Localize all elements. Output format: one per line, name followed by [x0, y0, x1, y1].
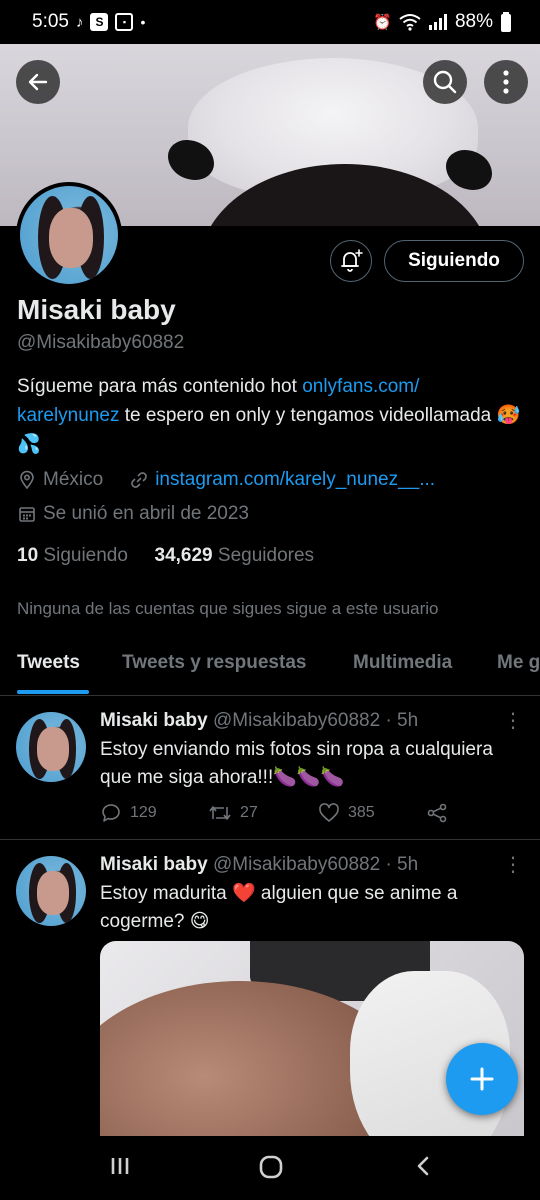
followers-count: 34,629: [154, 545, 213, 566]
reply-icon: [102, 804, 120, 822]
profile-location: México: [43, 469, 104, 490]
tab-likes[interactable]: Me g: [497, 652, 540, 674]
profile-handle: @Misakibaby60882: [17, 332, 185, 353]
alarm-icon: ⏰: [373, 14, 392, 31]
profile-avatar[interactable]: [16, 182, 122, 288]
profile-name: Misaki baby: [17, 294, 176, 325]
tweet-more-button[interactable]: ⋮: [503, 708, 523, 733]
share-icon: [427, 803, 447, 823]
active-tab-indicator: [17, 690, 89, 694]
profile-bio: Sígueme para más contenido hot onlyfans.…: [17, 372, 522, 459]
avatar-face: [49, 207, 94, 269]
compose-tweet-button[interactable]: [446, 1043, 518, 1115]
recent-apps-icon[interactable]: [108, 1154, 132, 1178]
tweet-author-name: Misaki baby: [100, 710, 208, 731]
battery-percent: 88%: [454, 11, 493, 32]
signal-icon: [428, 14, 447, 30]
notifications-button[interactable]: [330, 240, 372, 282]
like-count: 385: [348, 804, 375, 821]
avatar-face: [37, 727, 69, 771]
like-button[interactable]: 385: [318, 802, 426, 824]
battery-icon: [501, 12, 511, 32]
profile-joined: Se unió en abril de 2023: [43, 503, 249, 524]
tab-media[interactable]: Multimedia: [353, 652, 452, 674]
tweet-author-handle: @Misakibaby60882: [213, 854, 381, 875]
tweet-author-name: Misaki baby: [100, 854, 208, 875]
tweet-header: Misaki baby @Misakibaby60882 · 5h: [100, 854, 418, 876]
banner-bow-right: [446, 150, 492, 190]
more-vertical-icon: [503, 70, 509, 94]
status-bar: 5:05 ♪ S ▪ • ⏰ 88%: [0, 0, 540, 44]
bio-link-onlyfans[interactable]: onlyfans.com/: [302, 376, 419, 397]
retweet-button[interactable]: 27: [208, 802, 318, 824]
tweet[interactable]: Misaki baby @Misakibaby60882 · 5h ⋮ Esto…: [0, 696, 540, 840]
location-website-row: México instagram.com/karely_nunez__...: [17, 469, 435, 491]
status-time: 5:05: [32, 11, 69, 32]
back-button[interactable]: [16, 60, 60, 104]
mutual-followers-notice: Ninguna de las cuentas que sigues sigue …: [17, 599, 439, 618]
followers-link[interactable]: 34,629 Seguidores: [155, 545, 315, 566]
retweet-icon: [209, 806, 231, 820]
tweet-time: · 5h: [385, 710, 419, 731]
back-nav-icon[interactable]: [412, 1154, 434, 1178]
bell-plus-icon: [341, 249, 363, 272]
tweet-avatar[interactable]: [16, 712, 86, 782]
following-label: Siguiendo: [43, 545, 128, 566]
heart-icon: [319, 803, 339, 822]
reply-count: 129: [130, 804, 157, 821]
followers-label: Seguidores: [217, 545, 315, 566]
more-options-button[interactable]: [484, 60, 528, 104]
location-pin-icon: [20, 470, 34, 490]
link-icon: [131, 472, 148, 488]
back-arrow-icon: [28, 73, 48, 91]
search-button[interactable]: [423, 60, 467, 104]
system-navigation-bar: [0, 1136, 540, 1200]
tweet-text: Estoy madurita ❤️ alguien que se anime a…: [100, 883, 458, 932]
wifi-icon: [399, 14, 421, 31]
search-icon: [433, 70, 457, 94]
dot-icon: •: [140, 14, 146, 30]
following-link[interactable]: 10 Siguiendo: [17, 545, 128, 566]
share-button[interactable]: [426, 802, 448, 824]
message-icon: ▪: [115, 13, 134, 31]
retweet-count: 27: [240, 804, 258, 821]
home-icon[interactable]: [258, 1154, 284, 1180]
calendar-icon: [19, 507, 35, 522]
tiktok-icon: ♪: [75, 13, 84, 31]
tweet-actions: 129 27 385: [100, 802, 448, 824]
following-button[interactable]: Siguiendo: [384, 240, 524, 282]
profile-tabs: Tweets Tweets y respuestas Multimedia Me…: [0, 640, 540, 696]
tab-tweets-replies[interactable]: Tweets y respuestas: [122, 652, 306, 674]
follow-counts: 10 Siguiendo 34,629 Seguidores: [17, 545, 314, 567]
tweet-header: Misaki baby @Misakibaby60882 · 5h: [100, 710, 418, 732]
tweet-avatar[interactable]: [16, 856, 86, 926]
profile-website[interactable]: instagram.com/karely_nunez__...: [155, 469, 435, 491]
tweet-author-handle: @Misakibaby60882: [213, 710, 381, 731]
tweet-text: Estoy enviando mis fotos sin ropa a cual…: [100, 739, 493, 788]
compose-plus-icon: [470, 1067, 494, 1091]
tweet-time: · 5h: [385, 854, 419, 875]
joined-row: Se unió en abril de 2023: [17, 503, 249, 525]
bio-link-username[interactable]: karelynunez: [17, 405, 119, 426]
s-icon: S: [90, 13, 109, 31]
tweet-more-button[interactable]: ⋮: [503, 852, 523, 877]
bio-text: Sígueme para más contenido hot: [17, 376, 303, 397]
reply-button[interactable]: 129: [100, 802, 208, 824]
tab-tweets[interactable]: Tweets: [17, 652, 80, 674]
avatar-face: [37, 871, 69, 915]
following-count: 10: [17, 545, 39, 566]
